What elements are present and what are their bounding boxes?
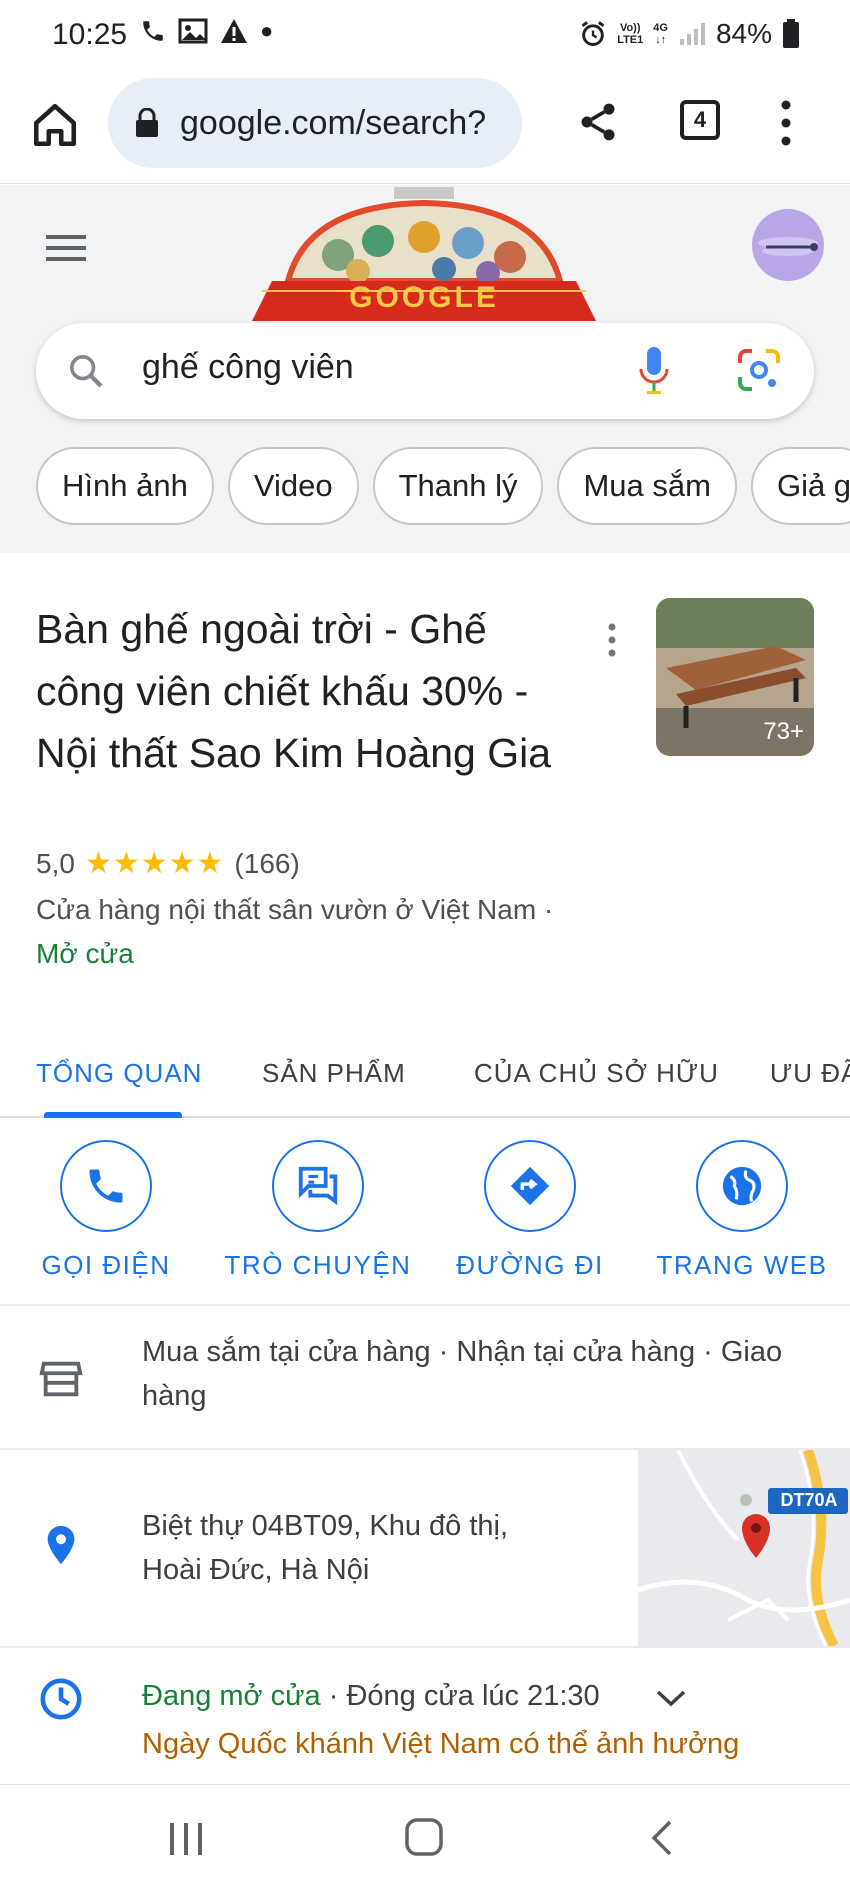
map-road-label: DT70A [780,1490,838,1510]
directions-icon [510,1166,550,1206]
battery-icon [783,19,799,48]
search-box[interactable]: ghế công viên [36,323,814,419]
microphone-icon[interactable] [636,345,672,397]
search-filter-chips: Hình ảnh Video Thanh lý Mua sắm Giả g [36,447,850,527]
gallery-icon [178,18,208,44]
clock-icon [40,1678,82,1720]
warning-icon [221,19,247,43]
services-text: Mua sắm tại cửa hàng · Nhận tại cửa hàng… [142,1336,783,1412]
home-icon[interactable] [30,100,80,150]
map-thumbnail[interactable]: DT70A [638,1450,850,1646]
search-icon [70,355,103,388]
services-row: Mua sắm tại cửa hàng · Nhận tại cửa hàng… [0,1308,850,1450]
tab-switcher-button[interactable]: 4 [680,100,720,140]
address-row[interactable]: Biệt thự 04BT09, Khu đô thị, Hoài Đức, H… [0,1450,850,1648]
chip-shopping[interactable]: Mua sắm [557,447,737,525]
more-menu-icon[interactable] [776,98,796,148]
address-text: Biệt thự 04BT09, Khu đô thị, Hoài Đức, H… [142,1510,509,1586]
lock-icon [136,108,158,137]
rating-value: 5,0 [36,847,75,879]
home-button-icon[interactable] [404,1817,444,1857]
directions-button[interactable]: ĐƯỜNG ĐI [430,1140,630,1281]
hamburger-menu-icon[interactable] [46,233,86,263]
result-options-icon[interactable] [606,622,618,658]
status-time: 10:25 [52,18,128,51]
globe-icon [722,1166,762,1206]
chip-images[interactable]: Hình ảnh [36,447,214,525]
wifi-call-icon [143,21,163,41]
business-title[interactable]: Bàn ghế ngoài trời - Ghế công viên chiết… [36,598,576,784]
battery-percent: 84% [715,18,772,49]
business-photo-thumbnail[interactable]: 73+ [656,598,814,756]
holiday-notice: Ngày Quốc khánh Việt Nam có thể ảnh hưởn… [142,1728,740,1760]
google-lens-icon[interactable] [736,347,782,393]
system-navigation-bar [0,1784,850,1888]
tab-overview[interactable]: TỔNG QUAN [36,1058,202,1089]
closing-time: Đóng cửa lúc 21:30 [346,1680,600,1712]
tab-products[interactable]: SẢN PHẨM [262,1058,406,1089]
map-graphic [638,1450,850,1646]
chip-clearance[interactable]: Thanh lý [372,447,544,525]
chevron-down-icon[interactable] [654,1686,688,1710]
browser-toolbar: google.com/search? 4 [0,72,850,184]
photo-count: 73+ [763,718,804,745]
dot-icon: ● [260,18,274,43]
google-doodle[interactable]: GOOGLE [248,185,600,321]
address-bar[interactable]: google.com/search? [108,78,522,168]
signal-icon [679,23,705,45]
call-button[interactable]: GỌI ĐIỆN [6,1140,206,1281]
business-tabs: TỔNG QUAN SẢN PHẨM CỦA CHỦ SỞ HỮU ƯU ĐÃ [0,1032,850,1118]
recent-apps-icon[interactable] [166,1821,206,1857]
url-text: google.com/search? [180,103,487,142]
website-button[interactable]: TRANG WEB [642,1140,842,1281]
google-header: GOOGLE ghế công viên Hình ảnh Video Than… [0,185,850,553]
chip-price[interactable]: Giả g [750,447,850,525]
back-icon[interactable] [648,1819,676,1857]
open-status: Mở cửa [36,938,134,969]
chat-icon [298,1166,338,1206]
star-rating: ★★★★★ [84,847,225,880]
hours-text: Đang mở cửa · Đóng cửa lúc 21:30 [142,1680,600,1712]
business-category: Cửa hàng nội thất sân vườn ở Việt Nam · … [36,894,554,969]
tab-offers[interactable]: ƯU ĐÃ [770,1058,850,1089]
volte-indicator: Vo)) LTE1 [617,22,644,46]
chip-video[interactable]: Video [227,447,359,525]
action-buttons: GỌI ĐIỆN TRÒ CHUYỆN ĐƯỜNG ĐI TRANG WEB [0,1118,850,1306]
phone-icon [89,1169,123,1203]
hours-row[interactable]: Đang mở cửa · Đóng cửa lúc 21:30 Ngày Qu… [0,1650,850,1794]
tab-from-owner[interactable]: CỦA CHỦ SỞ HỮU [474,1058,719,1089]
category-text: Cửa hàng nội thất sân vườn ở Việt Nam [36,894,537,925]
search-input[interactable]: ghế công viên [142,348,354,387]
status-bar: 10:25 ● Vo)) LTE1 4G ↓↑ 84% [0,0,850,72]
network-indicator: 4G ↓↑ [653,22,668,46]
chat-button[interactable]: TRÒ CHUYỆN [218,1140,418,1281]
location-pin-icon [47,1525,75,1565]
dragonfly-avatar-icon [758,237,818,256]
review-count: (166) [234,847,300,879]
avatar[interactable] [752,209,824,281]
store-icon [39,1361,83,1397]
rating-row[interactable]: 5,0 ★★★★★ (166) [36,846,300,881]
hours-open-status: Đang mở cửa [142,1680,321,1712]
share-icon[interactable] [576,98,620,146]
doodle-text: GOOGLE [349,281,499,314]
alarm-icon [581,21,605,46]
